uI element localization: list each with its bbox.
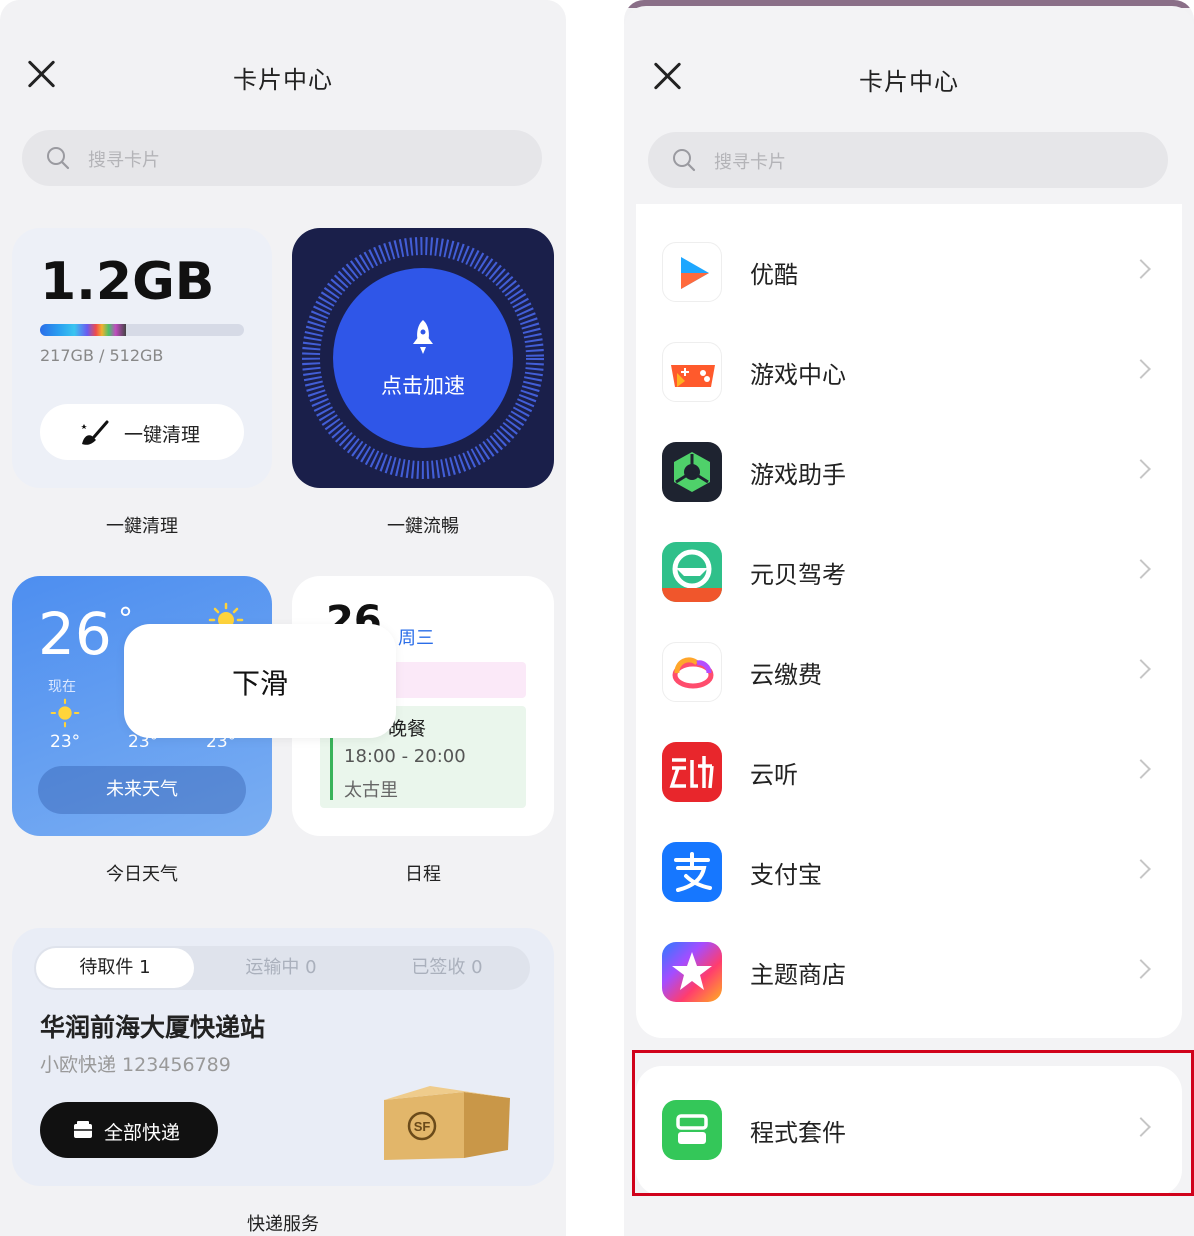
app-name: 云缴费	[750, 661, 822, 689]
yunting-icon	[662, 742, 722, 802]
chevron-right-icon	[1131, 859, 1151, 879]
rocket-icon	[413, 320, 433, 354]
speed-card-caption: 一鍵流暢	[387, 516, 459, 537]
page-title: 卡片中心	[859, 68, 959, 96]
speed-up-label: 点击加速	[381, 374, 465, 398]
chevron-right-icon	[1131, 459, 1151, 479]
one-key-clean-button[interactable]: 一键清理	[40, 404, 244, 460]
list-item-yunting[interactable]: 云听	[636, 722, 1182, 822]
list-item-game-assistant[interactable]: 游戏助手	[636, 422, 1182, 522]
game-assistant-icon	[662, 442, 722, 502]
search-icon	[47, 147, 70, 170]
future-weather-button[interactable]: 未来天气	[38, 766, 246, 814]
chevron-right-icon	[1131, 659, 1151, 679]
all-express-label: 全部快递	[104, 1122, 181, 1144]
search-input[interactable]: 搜寻卡片	[648, 132, 1168, 188]
tracking-number: 小欧快递 123456789	[40, 1054, 231, 1076]
list-item-cloud-payment[interactable]: 云缴费	[636, 622, 1182, 722]
highlight-box	[632, 1050, 1194, 1196]
app-name: 主题商店	[750, 961, 846, 989]
clean-button-label: 一键清理	[124, 424, 201, 446]
yuanbei-driving-icon	[662, 542, 722, 602]
future-weather-label: 未来天气	[106, 779, 178, 800]
chevron-right-icon	[1131, 259, 1151, 279]
box-logo: SF	[414, 1119, 431, 1134]
weather-card-caption: 今日天气	[106, 864, 178, 885]
search-placeholder: 搜寻卡片	[714, 152, 786, 173]
page-title: 卡片中心	[233, 66, 333, 94]
app-name: 支付宝	[750, 861, 822, 889]
all-express-button[interactable]: 全部快递	[40, 1102, 218, 1158]
chevron-right-icon	[1131, 559, 1151, 579]
station-name: 华润前海大厦快递站	[40, 1013, 266, 1042]
swipe-down-tooltip: 下滑	[124, 624, 396, 738]
chevron-right-icon	[1131, 359, 1151, 379]
youku-icon	[662, 242, 722, 302]
storage-text: 217GB / 512GB	[40, 346, 164, 365]
game-center-icon	[662, 342, 722, 402]
list-item-alipay[interactable]: 支付宝	[636, 822, 1182, 922]
chevron-right-icon	[1131, 959, 1151, 979]
list-item-yuanbei[interactable]: 元贝驾考	[636, 522, 1182, 622]
app-list: 优酷 游戏中心 游戏助手 元贝驾考 云缴费 云听 支付宝 主题商店	[636, 204, 1182, 1038]
search-icon	[673, 149, 696, 172]
storage-bar	[40, 324, 244, 336]
express-card-caption: 快递服务	[247, 1214, 319, 1235]
sun-small-icon	[50, 698, 80, 728]
package-icon	[74, 1121, 92, 1138]
event-location: 太古里	[344, 780, 398, 801]
speed-up-card[interactable]: 点击加速	[292, 228, 554, 488]
tab-in-transit[interactable]: 运输中 0	[206, 946, 356, 990]
express-card[interactable]: 待取件 1 运输中 0 已签收 0 华润前海大厦快递站 小欧快递 1234567…	[12, 928, 554, 1186]
box-icon: SF	[384, 1086, 510, 1160]
list-item-game-center[interactable]: 游戏中心	[636, 322, 1182, 422]
schedule-weekday: 周三	[398, 628, 434, 649]
top-strip	[0, 0, 566, 8]
clean-card-caption: 一鍵清理	[106, 516, 178, 537]
event-time: 18:00 - 20:00	[344, 746, 466, 767]
theme-store-icon	[662, 942, 722, 1002]
app-name: 优酷	[750, 261, 798, 289]
app-name: 游戏助手	[750, 461, 846, 489]
broom-icon	[81, 420, 109, 445]
alipay-icon	[662, 842, 722, 902]
search-input[interactable]: 搜寻卡片	[22, 130, 542, 186]
schedule-card-caption: 日程	[405, 864, 441, 885]
app-name: 游戏中心	[750, 361, 846, 389]
speed-ring	[302, 237, 544, 479]
forecast-temp-1: 23°	[50, 732, 81, 752]
left-screen: 卡片中心 搜寻卡片 1.2GB 217GB / 512GB 一键清理 一鍵清理	[0, 0, 566, 1236]
used-storage: 1.2GB	[40, 252, 215, 312]
app-name: 元贝驾考	[750, 561, 846, 589]
search-placeholder: 搜寻卡片	[88, 150, 160, 171]
tab-signed[interactable]: 已签收 0	[372, 946, 522, 990]
current-temperature: 26	[38, 600, 112, 668]
now-label: 现在	[48, 679, 76, 695]
list-item-theme-store[interactable]: 主题商店	[636, 922, 1182, 1022]
tooltip-text: 下滑	[231, 667, 288, 700]
list-item-youku[interactable]: 优酷	[636, 222, 1182, 322]
express-tabs: 待取件 1 运输中 0 已签收 0	[34, 946, 530, 990]
app-name: 云听	[750, 761, 798, 789]
clean-card[interactable]: 1.2GB 217GB / 512GB 一键清理	[12, 228, 272, 488]
storage-bar-fill	[40, 324, 126, 336]
chevron-right-icon	[1131, 759, 1151, 779]
cloud-payment-icon	[662, 642, 722, 702]
tab-pending[interactable]: 待取件 1	[36, 948, 194, 988]
